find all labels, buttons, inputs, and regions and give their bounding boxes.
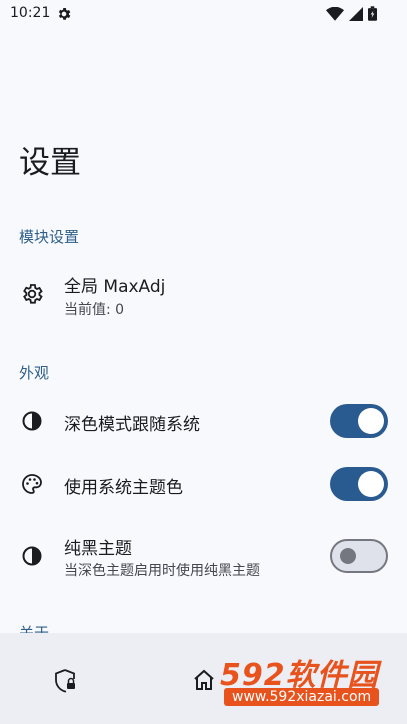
section-header-module: 模块设置	[19, 228, 80, 246]
status-icons	[326, 6, 377, 21]
watermark: 592软件园 www.592xiazai.com	[218, 648, 404, 710]
page-title: 设置	[19, 145, 81, 181]
global-maxadj-subtitle: 当前值: 0	[64, 302, 125, 318]
system-theme-color-item[interactable]: 使用系统主题色	[0, 463, 407, 505]
switch-knob	[358, 471, 384, 497]
battery-icon	[368, 6, 377, 21]
pure-black-subtitle: 当深色主题启用时使用纯黑主题	[64, 563, 260, 579]
pure-black-title: 纯黑主题	[64, 539, 132, 559]
watermark-url: www.592xiazai.com	[224, 688, 380, 706]
nav-home-button[interactable]	[192, 669, 216, 695]
dark-mode-follow-switch[interactable]	[330, 404, 388, 438]
global-maxadj-title: 全局 MaxAdj	[64, 277, 166, 297]
shield-lock-icon	[55, 669, 75, 693]
global-maxadj-item[interactable]: 全局 MaxAdj 当前值: 0	[0, 264, 407, 324]
palette-icon	[20, 472, 44, 500]
dark-mode-follow-item[interactable]: 深色模式跟随系统	[0, 400, 407, 442]
section-header-appearance: 外观	[19, 364, 50, 382]
contrast-icon	[20, 409, 44, 437]
system-theme-color-title: 使用系统主题色	[64, 478, 183, 498]
home-icon	[194, 669, 214, 690]
signal-icon	[349, 6, 363, 21]
dark-mode-follow-title: 深色模式跟随系统	[64, 415, 200, 435]
pure-black-switch[interactable]	[330, 539, 388, 573]
switch-knob	[340, 548, 356, 564]
switch-knob	[358, 408, 384, 434]
contrast-icon	[20, 544, 44, 572]
system-theme-color-switch[interactable]	[330, 467, 388, 501]
pure-black-item[interactable]: 纯黑主题 当深色主题启用时使用纯黑主题	[0, 528, 407, 584]
wifi-icon	[326, 6, 344, 21]
gear-icon	[20, 282, 44, 310]
status-bar: 10:21	[0, 0, 407, 28]
status-time: 10:21	[10, 5, 51, 21]
settings-status-icon	[56, 6, 72, 26]
nav-module-button[interactable]	[53, 668, 77, 698]
